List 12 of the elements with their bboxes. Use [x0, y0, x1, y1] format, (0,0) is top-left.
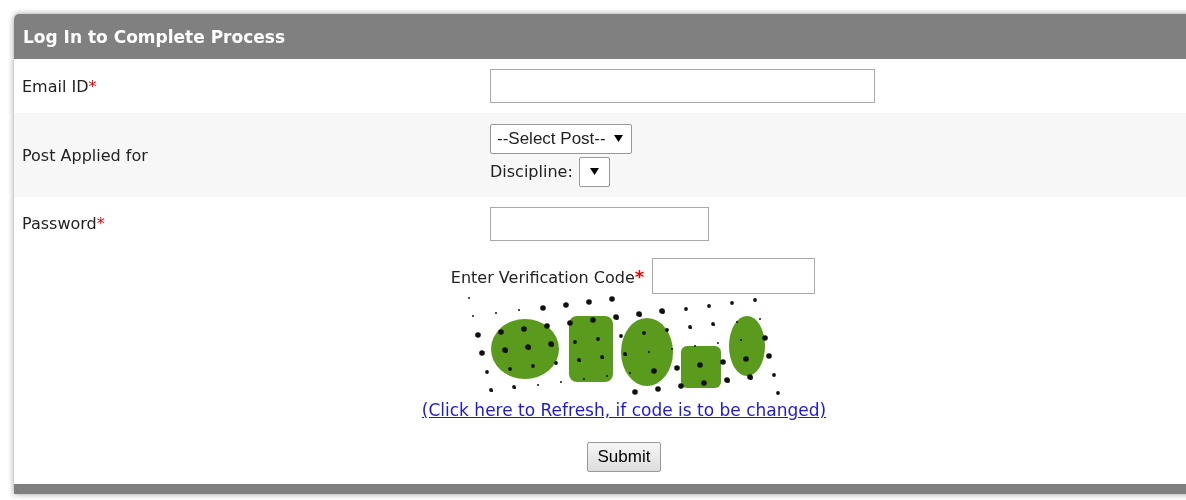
refresh-code-link[interactable]: (Click here to Refresh, if code is to be changed) [421, 400, 827, 420]
discipline-label: Discipline: [490, 162, 573, 181]
panel-title: Log In to Complete Process [23, 26, 285, 47]
field-label: Password [22, 214, 97, 233]
field-label: Email ID [22, 76, 89, 96]
field-label: Post Applied for [22, 145, 148, 165]
required-asterisk: * [634, 265, 645, 287]
required-asterisk: * [88, 76, 97, 96]
post-dropdown[interactable]: --Select Post-- [490, 123, 632, 154]
verification-label: Enter Verification Code [450, 267, 635, 287]
required-asterisk: * [96, 214, 105, 233]
submit-button[interactable]: Submit [586, 442, 662, 472]
